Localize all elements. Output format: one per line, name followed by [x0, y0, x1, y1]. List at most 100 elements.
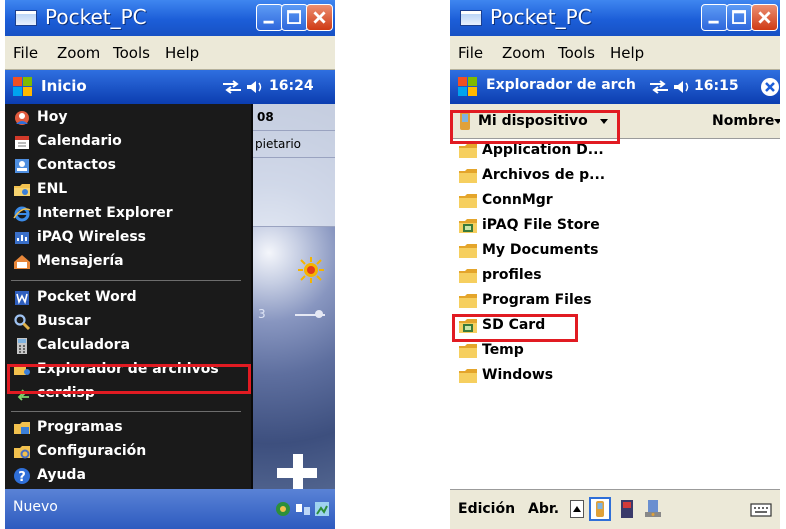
slider-knob	[315, 310, 323, 318]
file-name: My Documents	[482, 242, 599, 258]
maximize-button[interactable]	[281, 4, 308, 31]
start-menu-item-hoy[interactable]: Hoy	[5, 106, 251, 130]
start-menu-item-calendario[interactable]: Calendario	[5, 130, 251, 154]
today-icon	[15, 111, 29, 125]
menu-zoom[interactable]: Zoom	[502, 44, 545, 62]
file-name: profiles	[482, 267, 542, 283]
window-icon	[460, 10, 482, 26]
list-item[interactable]: iPAQ File Store	[450, 214, 780, 239]
windows-start-icon[interactable]	[13, 77, 33, 97]
network-share-icon[interactable]	[644, 499, 662, 519]
menu-bar: File Zoom Tools Help	[450, 36, 780, 70]
today-owner: pietario	[255, 137, 302, 151]
file-name: Archivos de p...	[482, 167, 606, 183]
sort-dropdown[interactable]: Nombre	[712, 113, 774, 129]
device-view-button[interactable]	[589, 497, 611, 521]
menu-help[interactable]: Help	[610, 44, 644, 62]
display-tray-icon[interactable]	[314, 501, 330, 517]
start-menu: Hoy Calendario Contactos ENL Internet Ex…	[5, 104, 253, 489]
close-button[interactable]	[751, 4, 778, 31]
folder-icon	[459, 244, 477, 258]
folder-icon	[459, 269, 477, 283]
file-name: Application D...	[482, 142, 604, 158]
list-item[interactable]: Windows	[450, 364, 780, 389]
programs-folder-icon	[14, 422, 30, 434]
list-item[interactable]: Archivos de p...	[450, 164, 780, 189]
new-softkey[interactable]: Nuevo	[13, 499, 58, 515]
start-menu-label: ENL	[37, 181, 68, 197]
start-menu-item-calculadora[interactable]: Calculadora	[5, 334, 251, 358]
sync-tray-icon[interactable]	[295, 501, 311, 517]
search-icon	[14, 314, 31, 331]
start-menu-label: Configuración	[37, 443, 147, 459]
start-menu-item-contactos[interactable]: Contactos	[5, 154, 251, 178]
keyboard-icon[interactable]	[750, 502, 772, 518]
wireless-icon	[15, 232, 29, 244]
menu-tools[interactable]: Tools	[113, 44, 150, 62]
maximize-button[interactable]	[726, 4, 753, 31]
folder-icon	[459, 294, 477, 308]
start-menu-label: iPAQ Wireless	[37, 229, 146, 245]
today-date: 08	[257, 110, 274, 124]
start-menu-item-enl[interactable]: ENL	[5, 178, 251, 202]
list-item[interactable]: ConnMgr	[450, 189, 780, 214]
start-menu-item-pocket-word[interactable]: Pocket Word	[5, 286, 251, 310]
file-name: ConnMgr	[482, 192, 553, 208]
menu-file[interactable]: File	[13, 44, 38, 62]
menu-help[interactable]: Help	[165, 44, 199, 62]
menu-separator	[11, 280, 241, 281]
start-menu-label: Calendario	[37, 133, 122, 149]
start-menu-item-configuracion[interactable]: Configuración	[5, 440, 251, 464]
connectivity-icon[interactable]	[648, 80, 670, 94]
menu-separator	[11, 411, 241, 412]
up-button[interactable]	[570, 500, 584, 518]
close-app-icon[interactable]	[760, 77, 780, 97]
start-menu-item-internet-explorer[interactable]: Internet Explorer	[5, 202, 251, 226]
start-menu-label: Ayuda	[37, 467, 86, 483]
menu-file[interactable]: File	[458, 44, 483, 62]
connectivity-icon[interactable]	[221, 80, 243, 94]
highlight-mi-dispositivo	[450, 110, 620, 144]
start-menu-item-buscar[interactable]: Buscar	[5, 310, 251, 334]
storage-card-icon[interactable]	[620, 499, 634, 519]
command-bar: Edición Abr.	[450, 489, 780, 529]
menu-bar: File Zoom Tools Help	[5, 36, 335, 70]
calculator-icon	[17, 338, 27, 354]
windows-start-icon[interactable]	[458, 77, 478, 97]
volume-icon[interactable]	[672, 79, 692, 95]
start-menu-item-programas[interactable]: Programas	[5, 416, 251, 440]
start-menu-label: Hoy	[37, 109, 68, 125]
today-info-panel	[251, 158, 335, 227]
settings-icon	[14, 446, 30, 459]
open-menu[interactable]: Abr.	[528, 501, 559, 517]
minimize-button[interactable]	[701, 4, 728, 31]
network-tray-icon[interactable]	[275, 501, 291, 517]
list-item[interactable]: Temp	[450, 339, 780, 364]
clock[interactable]: 16:24	[269, 78, 314, 94]
menu-tools[interactable]: Tools	[558, 44, 595, 62]
soft-key-bar: Nuevo	[5, 489, 335, 529]
list-item[interactable]: profiles	[450, 264, 780, 289]
close-button[interactable]	[306, 4, 333, 31]
menu-zoom[interactable]: Zoom	[57, 44, 100, 62]
chevron-down-icon[interactable]	[774, 119, 780, 125]
today-date-row: 08	[251, 104, 335, 131]
internet-explorer-icon	[13, 206, 31, 222]
clock[interactable]: 16:15	[694, 78, 739, 94]
list-item[interactable]: Program Files	[450, 289, 780, 314]
pocket-title: Inicio	[41, 77, 87, 95]
start-menu-item-mensajeria[interactable]: Mensajería	[5, 250, 251, 274]
list-item[interactable]: My Documents	[450, 239, 780, 264]
highlight-sd-card	[452, 314, 578, 342]
folder-icon	[459, 194, 477, 208]
file-name: Windows	[482, 367, 554, 383]
volume-icon[interactable]	[245, 79, 265, 95]
start-menu-label: Calculadora	[37, 337, 131, 353]
start-menu-item-ipaq-wireless[interactable]: iPAQ Wireless	[5, 226, 251, 250]
edit-menu[interactable]: Edición	[458, 501, 515, 517]
left-emulator-window: Pocket_PC File Zoom Tools Help Inicio 16…	[5, 0, 335, 529]
start-menu-item-ayuda[interactable]: ? Ayuda	[5, 464, 251, 488]
minimize-button[interactable]	[256, 4, 283, 31]
title-bar: Pocket_PC	[5, 0, 335, 36]
folder-icon	[14, 184, 30, 196]
